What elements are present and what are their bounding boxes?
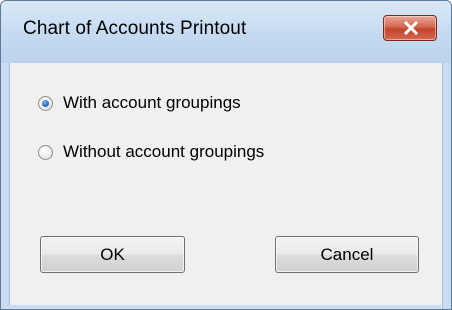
dialog-title: Chart of Accounts Printout <box>23 18 247 39</box>
ok-button[interactable]: OK <box>40 236 185 273</box>
title-bar[interactable]: Chart of Accounts Printout <box>1 1 451 63</box>
radio-selected-indicator[interactable] <box>38 95 53 111</box>
radio-with-groupings[interactable]: With account groupings <box>38 90 241 116</box>
radio-with-groupings-label[interactable]: With account groupings <box>63 93 241 113</box>
radio-without-groupings-label[interactable]: Without account groupings <box>63 142 264 162</box>
dialog-window: Chart of Accounts Printout With account … <box>0 0 452 310</box>
dialog-content: With account groupings Without account g… <box>9 63 443 309</box>
close-button[interactable] <box>383 15 437 41</box>
radio-without-groupings[interactable]: Without account groupings <box>38 139 264 165</box>
radio-unselected-indicator[interactable] <box>38 144 53 160</box>
close-icon <box>403 21 419 35</box>
window-bottom-frame <box>9 305 441 309</box>
radio-dot <box>42 99 49 107</box>
cancel-button[interactable]: Cancel <box>275 236 419 273</box>
